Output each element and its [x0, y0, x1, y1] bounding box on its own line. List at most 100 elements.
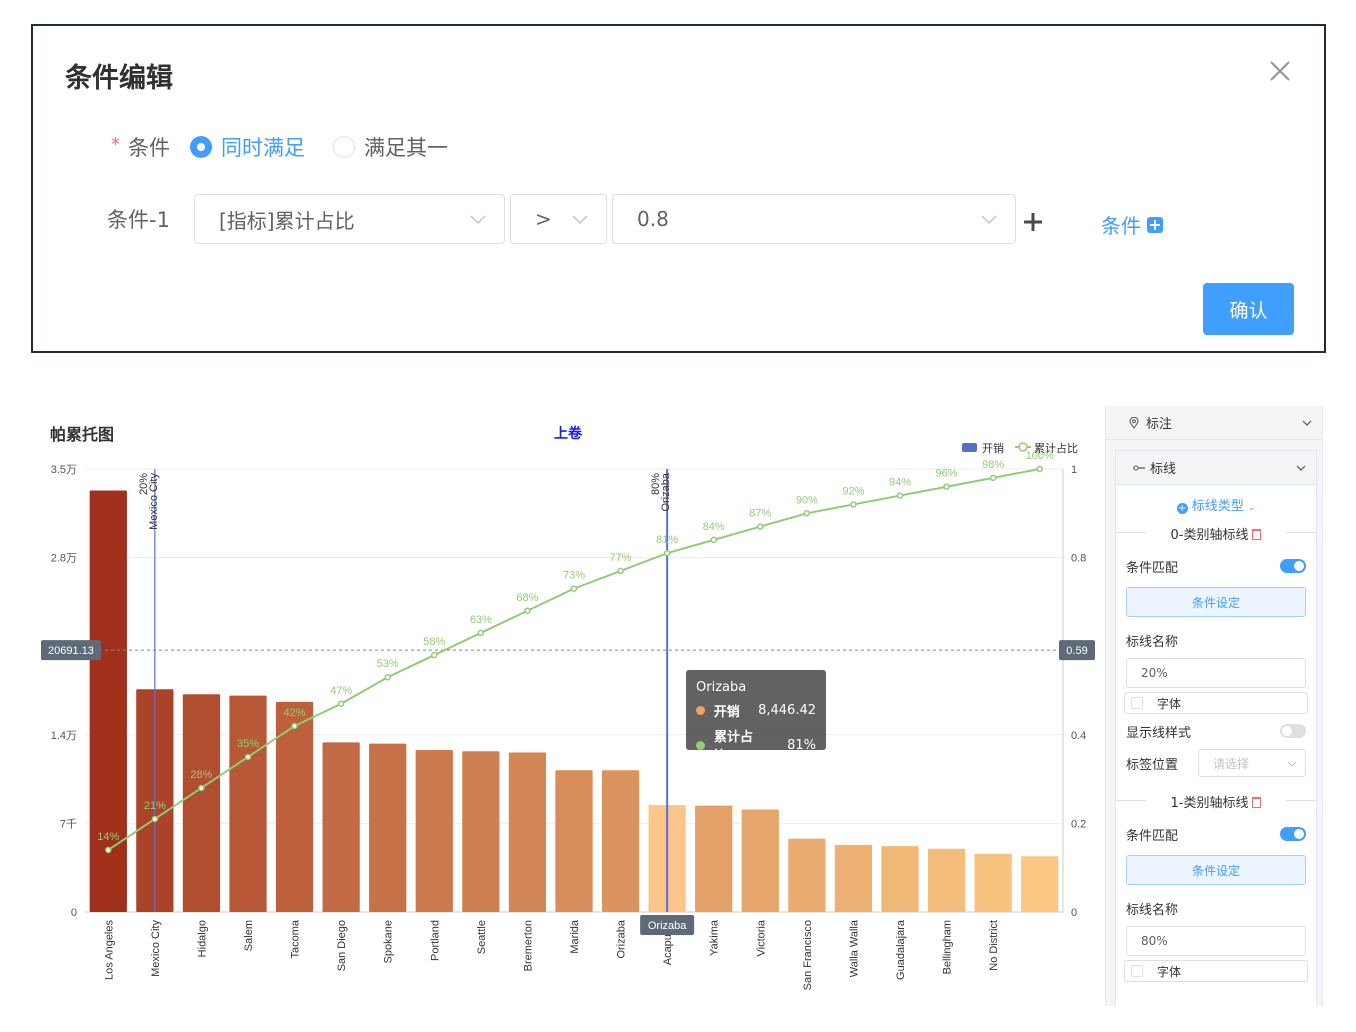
field-select[interactable]: [指标]累计占比	[194, 194, 505, 244]
cumulative-point-label: 63%	[470, 614, 492, 626]
condition-set-button[interactable]: 条件设定	[1126, 587, 1306, 617]
label-position-placeholder: 请选择	[1213, 756, 1250, 771]
x-tick-label: Guadalajara	[895, 919, 907, 980]
legend-label: 累计占比	[1034, 441, 1078, 455]
radio-any-match[interactable]: 满足其一	[333, 132, 448, 162]
x-tick-label: Orizaba	[616, 919, 628, 958]
y2-tick-label: 0.4	[1071, 730, 1086, 742]
condition-set-button[interactable]: 条件设定	[1126, 855, 1306, 885]
radio-all-label: 同时满足	[221, 136, 305, 160]
cumulative-point	[989, 474, 997, 482]
cumulative-point-label: 73%	[563, 570, 585, 582]
cumulative-point-label: 94%	[889, 477, 911, 489]
markline-name-input[interactable]: 80%	[1126, 926, 1306, 956]
chart-bar	[555, 770, 593, 912]
chart-bar	[601, 770, 640, 912]
font-checkbox-label: 字体	[1157, 964, 1182, 979]
cumulative-point	[663, 549, 671, 557]
x-tick-label: Seattle	[476, 920, 488, 954]
cumulative-point	[803, 510, 811, 517]
plus-icon[interactable]	[1023, 212, 1043, 232]
tooltip-series-name: 开销	[713, 705, 740, 720]
cumulative-point	[617, 567, 624, 575]
chart-bar	[788, 838, 826, 912]
markline-type-label: 标线类型	[1191, 499, 1244, 514]
chevron-down-icon: ⌄	[1247, 503, 1256, 513]
tooltip-series-value: 8,446.42	[758, 703, 816, 718]
font-checkbox[interactable]: 字体	[1124, 692, 1308, 714]
chart-bar	[1021, 856, 1059, 912]
cumulative-point	[337, 700, 345, 708]
cumulative-point-label: 96%	[936, 468, 958, 480]
cumulative-point-label: 92%	[842, 485, 864, 497]
line-style-switch[interactable]	[1280, 724, 1306, 738]
series-dot-icon	[696, 706, 705, 715]
chart-bar	[508, 752, 547, 912]
markline-name-input[interactable]: 20%	[1126, 658, 1306, 688]
x-tick-label: Spokane	[383, 920, 395, 963]
field-select-value: [指标]累计占比	[219, 208, 355, 233]
markline-section-label: 标线	[1150, 462, 1177, 477]
y-tick-label: 1.4万	[51, 730, 77, 742]
chart-bar	[927, 848, 966, 912]
close-icon[interactable]	[1269, 60, 1291, 82]
threshold-select[interactable]: 0.8	[612, 194, 1016, 244]
markline-group-title: 0-类别轴标线	[1116, 524, 1316, 543]
markline-group-title: 1-类别轴标线	[1116, 792, 1316, 811]
x-tick-label: Bremerton	[522, 920, 534, 971]
confirm-button[interactable]: 确认	[1203, 283, 1294, 335]
condition-match-switch[interactable]	[1280, 827, 1306, 841]
chart-bar	[322, 742, 360, 912]
location-pin-icon	[1129, 416, 1139, 429]
operator-select[interactable]: >	[510, 194, 607, 244]
dialog-title: 条件编辑	[65, 63, 173, 94]
add-condition-label: 条件	[1101, 214, 1141, 238]
radio-any-label: 满足其一	[364, 136, 448, 160]
trash-icon[interactable]	[1252, 797, 1262, 808]
required-asterisk: *	[111, 133, 120, 155]
chart-bar	[182, 694, 221, 912]
y-tick-label: 0	[71, 907, 77, 919]
cumulative-point	[291, 722, 298, 730]
trash-icon[interactable]	[1252, 529, 1262, 540]
plus-square-icon	[1147, 216, 1163, 233]
chart-bar	[834, 844, 873, 912]
chart-bar	[369, 743, 407, 912]
font-checkbox-label: 字体	[1157, 696, 1182, 711]
annotation-section-header[interactable]: 标注	[1106, 406, 1322, 440]
cumulative-point-label: 53%	[377, 658, 399, 670]
markline-name-label: 标线名称	[1126, 635, 1179, 650]
chart-bar	[415, 749, 453, 912]
y-tick-label: 3.5万	[51, 464, 77, 476]
font-checkbox[interactable]: 字体	[1124, 960, 1308, 982]
cumulative-point	[198, 784, 205, 792]
markline-type-dropdown[interactable]: + 标线类型 ⌄	[1116, 495, 1316, 514]
y2-tick-label: 0.2	[1071, 818, 1086, 830]
condition-match-switch[interactable]	[1280, 559, 1306, 573]
radio-all-match[interactable]: 同时满足	[190, 132, 305, 162]
line-style-label: 显示线样式	[1126, 725, 1192, 741]
markline-group-label: 1-类别轴标线	[1170, 796, 1249, 811]
checkbox-icon	[1131, 697, 1143, 709]
cumulative-point	[1036, 465, 1043, 473]
label-position-label: 标签位置	[1126, 757, 1179, 773]
condition-dialog: 条件编辑 * 条件 同时满足 满足其一 条件-1 [指标]累计占比 > 0.8 …	[31, 24, 1326, 353]
tooltip-row: 开销 8,446.42	[696, 701, 816, 720]
plus-circle-icon: +	[1176, 503, 1188, 514]
cumulative-point-label: 21%	[144, 800, 166, 812]
markline-section-header[interactable]: 标线	[1116, 451, 1316, 485]
label-position-row: 标签位置 请选择	[1116, 744, 1316, 782]
cumulative-point	[151, 815, 159, 823]
series-dot-icon	[696, 740, 705, 750]
markline-icon	[1133, 465, 1145, 470]
cumulative-point	[757, 523, 764, 530]
x-tick-label: Hidalgo	[196, 920, 208, 957]
label-position-select[interactable]: 请选择	[1198, 749, 1306, 777]
condition-match-label: 条件匹配	[1126, 828, 1179, 844]
add-condition-button[interactable]: 条件	[1101, 210, 1163, 239]
legend-bar-icon	[962, 443, 977, 452]
tooltip-series-name: 累计占比	[714, 730, 754, 764]
cumulative-point	[896, 492, 904, 499]
chevron-down-icon	[572, 215, 588, 225]
cumulative-point-label: 77%	[610, 552, 632, 564]
